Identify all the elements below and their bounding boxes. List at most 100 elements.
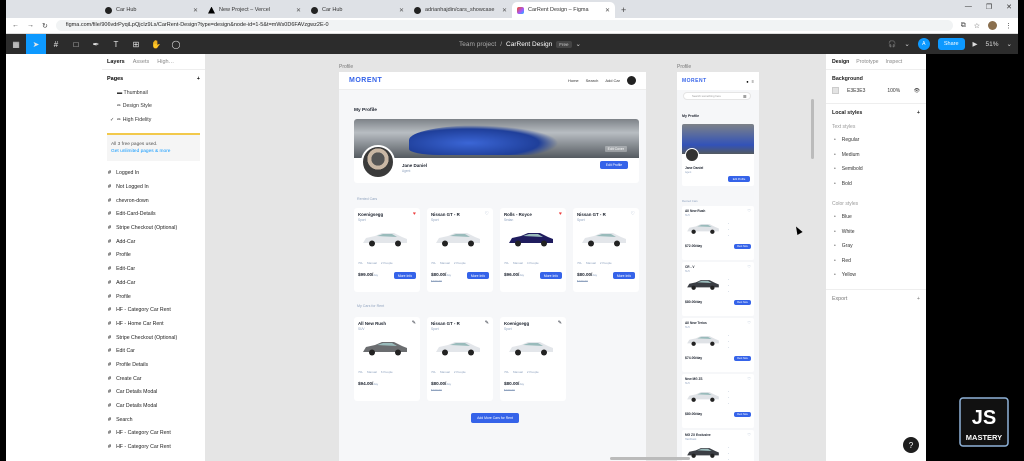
heart-icon[interactable]: ♡	[747, 264, 751, 269]
move-tool-icon[interactable]: ➤	[26, 34, 46, 54]
layer-item[interactable]: # HF - Category Car Rent	[102, 427, 205, 441]
chevron-down-icon[interactable]: ⌄	[904, 40, 909, 48]
layer-item[interactable]: # Stripe Checkout (Optional)	[102, 221, 205, 235]
heart-icon[interactable]: ♡	[747, 208, 751, 213]
chevron-down-icon[interactable]: ⌄	[1007, 40, 1012, 48]
upsell-link[interactable]: Get unlimited pages & more	[111, 148, 196, 155]
browser-menu-icon[interactable]: ⋮	[1005, 22, 1012, 30]
canvas-scrollbar-h[interactable]	[610, 457, 690, 460]
layer-item[interactable]: # HF - Category Car Rent	[102, 303, 205, 317]
rent-now-button[interactable]: Rent Now	[734, 300, 751, 305]
layer-item[interactable]: # Search	[102, 413, 205, 427]
browser-tab[interactable]: New Project – Vercel ✕	[203, 2, 306, 18]
shape-tool-icon[interactable]: □	[66, 34, 86, 54]
car-card[interactable]: Nissan GT - R Sport ♡ 70L Manual 2 People $80.…	[573, 208, 639, 292]
layer-item[interactable]: # Profile	[102, 290, 205, 304]
style-item[interactable]: • Gray	[826, 239, 926, 254]
rent-now-button[interactable]: Rent Now	[734, 356, 751, 361]
layer-item[interactable]: # Car Details Modal	[102, 399, 205, 413]
layer-item[interactable]: # Add-Car	[102, 276, 205, 290]
add-style-icon[interactable]: +	[917, 110, 920, 116]
main-menu-icon[interactable]: ▦	[6, 34, 26, 54]
document-name[interactable]: CarRent Design	[506, 41, 552, 48]
mobile-avatar[interactable]: ●	[746, 79, 748, 84]
close-icon[interactable]: ✕	[605, 7, 610, 14]
frame-label-mobile[interactable]: Profile	[677, 64, 691, 70]
style-item[interactable]: • Yellow	[826, 268, 926, 283]
canvas-scrollbar-v[interactable]	[811, 99, 814, 159]
url-field[interactable]: figma.com/file/906vdrPyqiLpQjcIz9Ls/CarR…	[55, 20, 953, 31]
desktop-profile-frame[interactable]: MORENT Home Search Add Car My Profile Ed…	[339, 72, 646, 461]
hand-tool-icon[interactable]: ✋	[146, 34, 166, 54]
layer-item[interactable]: # Edit-Car	[102, 262, 205, 276]
layer-item[interactable]: # HF - Home Car Rent	[102, 317, 205, 331]
layer-item[interactable]: # Stripe Checkout (Optional)	[102, 331, 205, 345]
extensions-icon[interactable]: ⧉	[961, 22, 966, 30]
background-row[interactable]: E3E3E3 100% 👁	[826, 84, 926, 97]
nav-add-car[interactable]: Add Car	[605, 78, 620, 83]
more-info-button[interactable]: More Info	[540, 272, 562, 279]
tab-design[interactable]: Design	[832, 59, 849, 65]
style-item[interactable]: • Blue	[826, 210, 926, 225]
background-swatch[interactable]	[832, 87, 839, 94]
nav-search[interactable]: Search	[586, 78, 599, 83]
layer-item[interactable]: # Edit Car	[102, 344, 205, 358]
close-icon[interactable]: ✕	[502, 7, 507, 14]
style-item[interactable]: • Regular	[826, 133, 926, 148]
share-button[interactable]: Share	[937, 38, 965, 50]
edit-icon[interactable]: ✎	[558, 320, 562, 326]
style-item[interactable]: • Bold	[826, 177, 926, 192]
user-avatar[interactable]: A	[917, 38, 930, 50]
page-item[interactable]: ▬ Thumbnail	[102, 86, 205, 100]
maximize-icon[interactable]: ❐	[986, 3, 992, 11]
car-card[interactable]: Koenigsegg Sport ✎ 70L Manual 2 People $80.00/…	[500, 317, 566, 401]
car-card[interactable]: All New Rush SUV ✎ 70L Manual 6 People $94.00/…	[354, 317, 420, 401]
filter-icon[interactable]: ☰	[743, 94, 747, 99]
layer-item[interactable]: # Add-Car	[102, 235, 205, 249]
layer-item[interactable]: # Not Logged In	[102, 180, 205, 194]
close-icon[interactable]: ✕	[399, 7, 404, 14]
nav-avatar[interactable]	[627, 76, 636, 85]
new-tab-button[interactable]: +	[615, 2, 632, 18]
close-icon[interactable]: ✕	[296, 7, 301, 14]
car-card[interactable]: Nissan GT - R Sport ✎ 70L Manual 2 People $80.…	[427, 317, 493, 401]
frame-tool-icon[interactable]: #	[46, 34, 66, 54]
background-opacity[interactable]: 100%	[887, 88, 900, 94]
browser-tab[interactable]: CarRent Design – Figma ✕	[512, 2, 615, 18]
comment-tool-icon[interactable]: ◯	[166, 34, 186, 54]
mobile-car-card[interactable]: All New Terios SUV ♡ ▪ ▪ ▪ $74.00/day Rent Now	[682, 318, 754, 372]
layer-item[interactable]: # Profile	[102, 249, 205, 263]
present-icon[interactable]: ▶	[973, 40, 978, 48]
edit-cover-button[interactable]: Edit Cover	[604, 146, 627, 152]
layer-item[interactable]: # Create Car	[102, 372, 205, 386]
heart-icon[interactable]: ♡	[631, 211, 635, 217]
car-card[interactable]: Nissan GT - R Sport ♡ 70L Manual 2 People $80.…	[427, 208, 493, 292]
close-window-icon[interactable]: ✕	[1006, 3, 1012, 11]
more-info-button[interactable]: More Info	[613, 272, 635, 279]
page-item[interactable]: ✏ Design Style	[102, 100, 205, 114]
car-card[interactable]: Rolls - Royce Sedan ♥ 70L Manual 4 People $96.…	[500, 208, 566, 292]
layer-item[interactable]: # Profile Details	[102, 358, 205, 372]
heart-icon[interactable]: ♥	[413, 211, 416, 217]
heart-icon[interactable]: ♡	[747, 320, 751, 325]
browser-tab[interactable]: Car Hub ✕	[100, 2, 203, 18]
style-item[interactable]: • Medium	[826, 148, 926, 163]
page-item[interactable]: ✓ ✏ High Fidelity	[102, 113, 205, 127]
text-tool-icon[interactable]: T	[106, 34, 126, 54]
edit-icon[interactable]: ✎	[412, 320, 416, 326]
more-info-button[interactable]: More Info	[467, 272, 489, 279]
mobile-profile-frame[interactable]: MORENT ● ≡ Search something here ☰ My Pr…	[677, 72, 759, 461]
frame-label-desktop[interactable]: Profile	[339, 64, 353, 70]
zoom-level[interactable]: 51%	[986, 41, 999, 48]
layer-item[interactable]: # chevron-down	[102, 194, 205, 208]
rent-now-button[interactable]: Rent Now	[734, 244, 751, 249]
forward-icon[interactable]: →	[27, 22, 34, 29]
back-icon[interactable]: ←	[12, 22, 19, 29]
browser-tab[interactable]: adrianhajdin/cars_showcase ✕	[409, 2, 512, 18]
team-name[interactable]: Team project	[459, 41, 496, 48]
resources-tool-icon[interactable]: ⊞	[126, 34, 146, 54]
heart-icon[interactable]: ♥	[559, 211, 562, 217]
mobile-car-card[interactable]: CR - V SUV ♡ ▪ ▪ ▪ $80.00/day Rent Now	[682, 262, 754, 316]
tab-layers[interactable]: Layers	[107, 59, 125, 65]
layer-item[interactable]: # Car Details Modal	[102, 386, 205, 400]
